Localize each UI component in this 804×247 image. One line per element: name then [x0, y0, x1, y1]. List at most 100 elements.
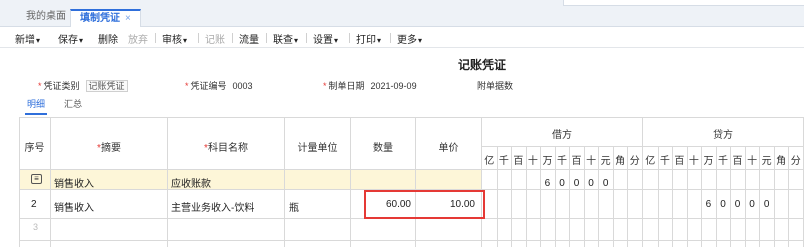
credit-digit-header: 元 [761, 156, 772, 167]
query-button[interactable]: 联查▾ [273, 31, 298, 46]
header-qty: 数量 [373, 143, 393, 154]
header-summary: *摘要 [51, 139, 167, 154]
toolbar-divider [232, 33, 233, 43]
debit-digit-header: 十 [586, 156, 597, 167]
voucher-title: 记账凭证 [458, 58, 507, 72]
row1-debit-digit: 6 [544, 178, 551, 189]
save-label: 保存 [58, 35, 78, 46]
tab-home[interactable]: 我的桌面 [26, 9, 66, 27]
header-seq: 序号 [24, 143, 45, 154]
abandon-button[interactable]: 放弃 [128, 31, 148, 46]
tab-summary[interactable]: 汇总 [64, 97, 82, 110]
toolbar-divider [390, 33, 391, 43]
debit-digit-header: 百 [513, 156, 524, 167]
add-button[interactable]: 新增▾ [15, 31, 40, 46]
attachments-field: 附单据数 [477, 79, 513, 92]
credit-digit-header: 十 [688, 156, 699, 167]
chevron-down-icon: ▾ [36, 36, 41, 45]
debit-digit-header: 万 [542, 156, 553, 167]
voucher-type-select[interactable]: 记账凭证 [85, 80, 128, 92]
debit-digit-header: 千 [498, 156, 509, 167]
row1-debit-digit: 0 [559, 178, 565, 189]
voucher-date-input[interactable]: 2021-09-09 [371, 81, 417, 91]
required-mark: * [38, 81, 42, 91]
row1-debit-digit: 0 [602, 178, 609, 189]
chevron-down-icon: ▾ [334, 36, 339, 45]
tab-bar: 我的桌面 填制凭证 × [0, 0, 804, 28]
toolbar-divider [155, 33, 156, 43]
top-search-box[interactable] [563, 0, 804, 6]
voucher-date-label: 制单日期 [328, 81, 365, 91]
row1-debit-digit: 0 [588, 178, 594, 189]
toolbar-divider [349, 33, 350, 43]
credit-digit-header: 百 [732, 156, 743, 167]
row2-credit-digit: 0 [763, 199, 770, 210]
credit-digit-header: 千 [659, 156, 670, 167]
required-mark: * [185, 81, 189, 91]
save-button[interactable]: 保存▾ [58, 31, 83, 46]
header-account-label: 科目名称 [207, 143, 248, 154]
header-debit: 借方 [552, 130, 572, 141]
row3-seq: 3 [33, 222, 39, 232]
row2-credit-digit: 0 [734, 199, 741, 210]
debit-digit-header: 角 [615, 156, 626, 167]
tab-voucher-entry-label: 填制凭证 [80, 13, 120, 24]
tab-voucher-entry[interactable]: 填制凭证 × [70, 9, 141, 28]
chevron-down-icon: ▾ [418, 36, 423, 45]
chevron-down-icon: ▾ [79, 36, 84, 45]
delete-button[interactable]: 删除 [98, 31, 118, 46]
header-unit: 计量单位 [297, 143, 338, 154]
row2-credit-digit: 0 [749, 199, 755, 210]
toolbar-divider [266, 33, 267, 43]
voucher-number-label: 凭证编号 [190, 81, 227, 91]
settings-label: 设置 [313, 35, 333, 46]
credit-digit-header: 百 [674, 156, 685, 167]
close-icon[interactable]: × [125, 13, 131, 24]
more-button[interactable]: 更多▾ [397, 31, 422, 46]
debit-digit-header: 千 [557, 156, 567, 167]
chevron-down-icon: ▾ [377, 36, 382, 45]
settings-button[interactable]: 设置▾ [313, 31, 338, 46]
row2-unit[interactable]: 瓶 [289, 199, 299, 214]
row2-summary[interactable]: 销售收入 [54, 199, 94, 214]
voucher-type-label: 凭证类别 [43, 81, 80, 91]
row2-account[interactable]: 主营业务收入-饮料 [171, 199, 254, 214]
voucher-number-input[interactable]: 0003 [233, 81, 253, 91]
row1-summary[interactable]: 销售收入 [54, 175, 94, 190]
row1-debit-digit: 0 [573, 178, 580, 189]
qty-price-highlight [364, 190, 485, 219]
more-label: 更多 [397, 35, 417, 46]
toolbar: 新增▾ 保存▾ 删除 放弃 审核▾ 记账 流量 联查▾ 设置▾ 打印▾ 更多▾ [0, 27, 804, 48]
post-button[interactable]: 记账 [205, 31, 225, 46]
attachments-label[interactable]: 附单据数 [477, 81, 513, 91]
row1-account[interactable]: 应收账款 [171, 175, 211, 190]
header-account: *科目名称 [168, 139, 284, 154]
credit-digit-header: 千 [718, 156, 728, 167]
header-summary-label: 摘要 [100, 143, 121, 154]
chevron-down-icon: ▾ [183, 36, 188, 45]
audit-label: 审核 [162, 35, 182, 46]
toolbar-divider [198, 33, 199, 43]
voucher-table: 序号 *摘要 *科目名称 计量单位 数量 单价 借方 贷方 亿千百十万千百十元角… [19, 117, 804, 247]
debit-digit-header: 元 [600, 156, 611, 167]
row2-credit-digit: 0 [720, 199, 726, 210]
debit-digit-header: 亿 [484, 156, 495, 167]
print-button[interactable]: 打印▾ [356, 31, 381, 46]
tab-detail[interactable]: 明细 [24, 97, 48, 115]
chevron-down-icon: ▾ [294, 36, 299, 45]
flow-button[interactable]: 流量 [239, 31, 259, 46]
toolbar-divider [306, 33, 307, 43]
row2-seq: 2 [31, 199, 37, 210]
debit-digit-header: 十 [527, 156, 538, 167]
header-price: 单价 [438, 143, 459, 154]
query-label: 联查 [273, 35, 293, 46]
credit-digit-header: 角 [776, 156, 787, 167]
audit-button[interactable]: 审核▾ [162, 31, 187, 46]
debit-digit-header: 百 [571, 156, 582, 167]
row-menu-icon[interactable]: ≡ [31, 174, 42, 184]
credit-digit-header: 亿 [645, 156, 656, 167]
required-mark: * [323, 81, 327, 91]
header-credit: 贷方 [713, 130, 733, 141]
credit-digit-header: 万 [703, 156, 714, 167]
add-label: 新增 [15, 35, 35, 46]
